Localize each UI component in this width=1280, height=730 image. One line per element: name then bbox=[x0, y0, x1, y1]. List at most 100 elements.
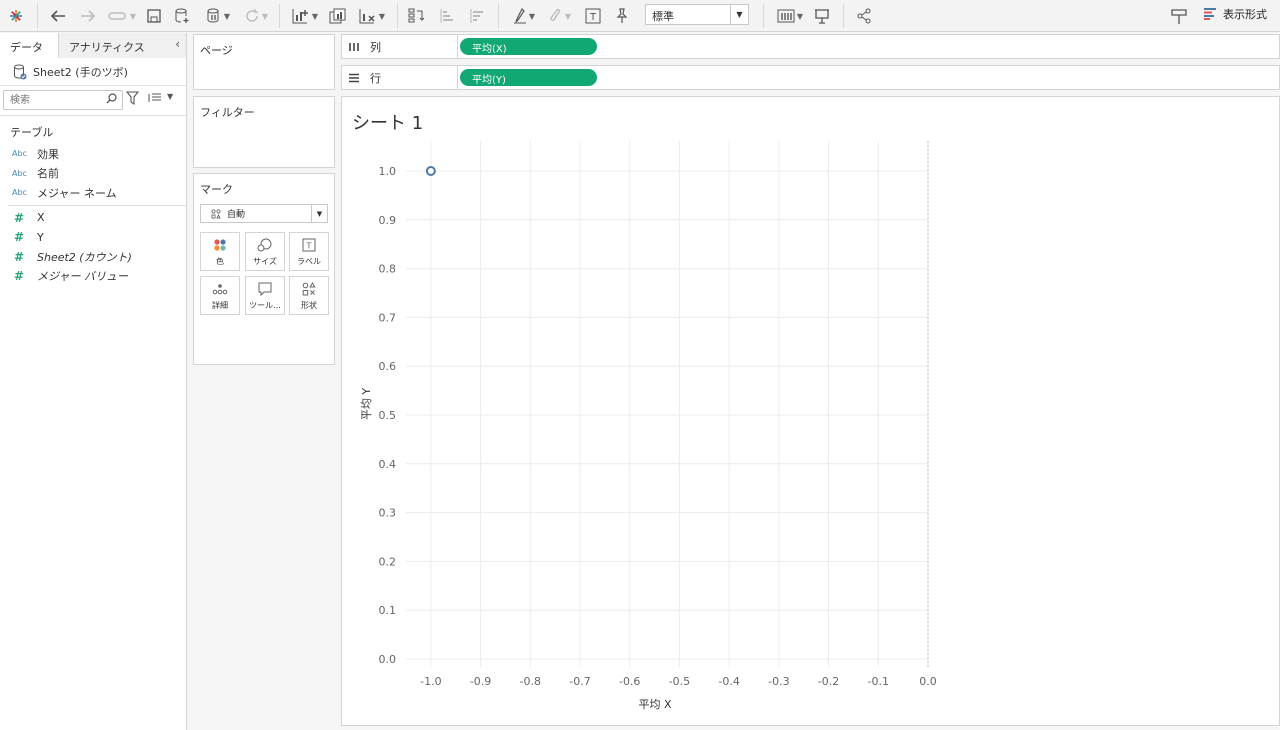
rows-icon bbox=[349, 73, 359, 82]
duplicate-sheet-icon[interactable] bbox=[327, 4, 349, 28]
rows-shelf[interactable]: 行 平均(Y) bbox=[341, 65, 1280, 90]
pages-card[interactable]: ページ bbox=[193, 34, 335, 90]
y-tick-label: 0.6 bbox=[379, 360, 397, 373]
field-item[interactable]: Abc 名前 bbox=[0, 164, 186, 184]
x-tick-label: -0.1 bbox=[868, 675, 889, 688]
y-axis-label: 平均 Y bbox=[360, 388, 373, 420]
redo-dropdown-icon[interactable]: ▼ bbox=[104, 4, 140, 28]
group-members-icon[interactable]: ▼ bbox=[544, 4, 576, 28]
show-filmstrip-icon[interactable] bbox=[1168, 4, 1190, 28]
field-name: メジャー ネーム bbox=[37, 186, 117, 200]
columns-shelf-label: 列 bbox=[342, 35, 458, 58]
new-worksheet-icon[interactable]: ▼ bbox=[287, 4, 323, 28]
worksheet-view: シート 1 0.0 0.1 0.2 0.3 0.4 0.5 0.6 0.7 0.8 0.9 1.0 … bbox=[341, 96, 1280, 726]
x-tick-label: -0.2 bbox=[818, 675, 839, 688]
x-axis-label: 平均 X bbox=[638, 698, 671, 711]
filters-card[interactable]: フィルター bbox=[193, 96, 335, 168]
search-input[interactable] bbox=[3, 90, 123, 110]
detail-button[interactable]: 詳細 bbox=[200, 276, 240, 315]
y-tick-label: 0.1 bbox=[379, 604, 397, 617]
columns-pill[interactable]: 平均(X) bbox=[460, 38, 597, 55]
mark-type-select[interactable]: 自動 ▼ bbox=[200, 204, 328, 223]
pages-card-title: ページ bbox=[200, 44, 233, 57]
rows-pill[interactable]: 平均(Y) bbox=[460, 69, 597, 86]
svg-text:T: T bbox=[306, 242, 312, 251]
columns-pill-label: 平均(X) bbox=[472, 44, 507, 55]
x-tick-label: -0.9 bbox=[470, 675, 491, 688]
field-item[interactable]: # メジャー バリュー bbox=[0, 267, 186, 287]
view-list-icon[interactable] bbox=[148, 92, 162, 106]
shape-button[interactable]: 形状 bbox=[289, 276, 329, 315]
sort-ascending-icon[interactable] bbox=[436, 4, 458, 28]
mark-type-value: 自動 bbox=[227, 210, 246, 220]
tooltip-button[interactable]: ツール... bbox=[245, 276, 285, 315]
size-button[interactable]: サイズ bbox=[245, 232, 285, 271]
color-icon bbox=[213, 236, 227, 254]
field-item[interactable]: Abc 効果 bbox=[0, 144, 186, 164]
tab-analytics[interactable]: アナリティクス ‹ bbox=[59, 33, 186, 58]
fit-select[interactable]: 標準 ▼ bbox=[645, 4, 749, 25]
divider bbox=[8, 204, 186, 206]
field-item[interactable]: Abc メジャー ネーム bbox=[0, 183, 186, 203]
field-item[interactable]: # Sheet2 (カウント) bbox=[0, 247, 186, 267]
field-name: メジャー バリュー bbox=[37, 270, 128, 284]
rows-pill-label: 平均(Y) bbox=[472, 75, 506, 86]
show-labels-icon[interactable]: T bbox=[583, 4, 603, 28]
filter-icon[interactable] bbox=[125, 91, 140, 108]
forward-icon[interactable] bbox=[78, 4, 98, 28]
columns-label-text: 列 bbox=[370, 40, 381, 54]
grid bbox=[406, 141, 929, 667]
detail-label: 詳細 bbox=[212, 301, 228, 310]
collapse-pane-icon[interactable]: ‹ bbox=[175, 37, 180, 51]
field-item[interactable]: # X bbox=[0, 208, 186, 228]
columns-icon bbox=[349, 42, 359, 51]
field-item[interactable]: # Y bbox=[0, 227, 186, 247]
new-datasource-icon[interactable] bbox=[172, 4, 192, 28]
swap-rows-columns-icon[interactable] bbox=[405, 4, 427, 28]
filters-card-title: フィルター bbox=[200, 106, 255, 119]
toolbar: ▼ ▼ ▼ ▼ ▼ ▼ ▼ T 標準 ▼ ▼ 表示形式 bbox=[0, 0, 1280, 32]
tableau-logo-icon[interactable] bbox=[6, 4, 26, 28]
datasource-item[interactable]: Sheet2 (手のツボ) bbox=[0, 58, 186, 86]
tab-data[interactable]: データ bbox=[0, 33, 59, 58]
label-icon: T bbox=[302, 236, 316, 254]
data-points[interactable] bbox=[425, 166, 436, 176]
color-button[interactable]: 色 bbox=[200, 232, 240, 271]
data-pane: データ アナリティクス ‹ Sheet2 (手のツボ) ▼ テーブル Abc 効果… bbox=[0, 33, 187, 730]
show-me-button[interactable]: 表示形式 bbox=[1204, 6, 1267, 22]
datasource-icon bbox=[14, 64, 27, 79]
chevron-down-icon[interactable]: ▼ bbox=[167, 92, 173, 101]
highlight-icon[interactable]: ▼ bbox=[508, 4, 540, 28]
pause-update-icon[interactable]: ▼ bbox=[200, 4, 236, 28]
columns-shelf[interactable]: 列 平均(X) bbox=[341, 34, 1280, 59]
svg-text:T: T bbox=[589, 12, 597, 23]
scatter-chart: 0.0 0.1 0.2 0.3 0.4 0.5 0.6 0.7 0.8 0.9 1.0 -1.0 -0… bbox=[360, 141, 937, 711]
share-icon[interactable] bbox=[853, 4, 875, 28]
back-icon[interactable] bbox=[48, 4, 68, 28]
color-label: 色 bbox=[216, 257, 224, 266]
number-type-icon: # bbox=[14, 210, 25, 225]
save-icon[interactable] bbox=[145, 4, 163, 28]
x-tick-label: -0.7 bbox=[569, 675, 590, 688]
clear-sheet-icon[interactable]: ▼ bbox=[354, 4, 390, 28]
field-name: 名前 bbox=[37, 167, 59, 181]
show-cards-icon[interactable]: ▼ bbox=[773, 4, 807, 28]
search-row: ▼ bbox=[0, 86, 186, 116]
pin-axes-icon[interactable] bbox=[612, 4, 632, 28]
fit-select-value: 標準 bbox=[652, 10, 674, 23]
string-type-icon: Abc bbox=[12, 188, 27, 198]
presentation-mode-icon[interactable] bbox=[811, 4, 833, 28]
label-button[interactable]: T ラベル bbox=[289, 232, 329, 271]
search-icon bbox=[106, 93, 117, 107]
refresh-icon[interactable]: ▼ bbox=[239, 4, 273, 28]
y-tick-label: 1.0 bbox=[379, 165, 397, 178]
tab-analytics-label: アナリティクス bbox=[69, 41, 145, 54]
data-point[interactable] bbox=[425, 166, 436, 176]
sort-descending-icon[interactable] bbox=[466, 4, 488, 28]
field-name: Sheet2 (カウント) bbox=[37, 250, 132, 264]
size-label: サイズ bbox=[253, 257, 277, 266]
rows-shelf-label: 行 bbox=[342, 66, 458, 89]
chevron-down-icon: ▼ bbox=[730, 5, 748, 24]
show-me-icon bbox=[1204, 8, 1216, 20]
x-tick-label: 0.0 bbox=[919, 675, 937, 688]
